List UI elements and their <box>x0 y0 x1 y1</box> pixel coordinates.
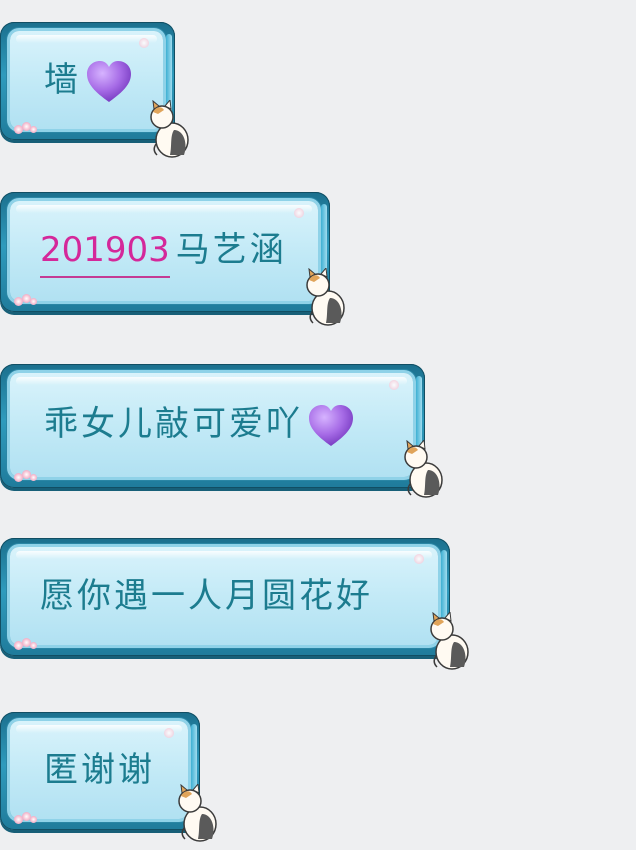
flower-decoration-icon <box>14 122 42 134</box>
message-text: 愿你遇一人月圆花好 <box>40 576 373 616</box>
flower-decoration-icon <box>414 554 424 564</box>
message-bubble[interactable]: 乖女儿敲可爱吖 <box>0 364 425 488</box>
cat-sticker-icon <box>404 440 443 498</box>
flower-decoration-icon <box>139 38 149 48</box>
message-text-row: 乖女儿敲可爱吖 <box>44 404 355 448</box>
cat-sticker-icon <box>178 784 217 842</box>
flower-decoration-icon <box>164 728 174 738</box>
purple-heart-icon <box>87 61 131 102</box>
chat-message: 愿你遇一人月圆花好 <box>0 538 480 678</box>
message-bubble[interactable]: 愿你遇一人月圆花好 <box>0 538 450 656</box>
cat-sticker-icon <box>430 612 469 670</box>
flower-decoration-icon <box>14 470 42 482</box>
message-text: 乖女儿敲可爱吖 <box>44 404 303 444</box>
message-link[interactable]: 201903 <box>40 230 170 270</box>
flower-decoration-icon <box>389 380 399 390</box>
message-text: 墙 <box>44 60 81 100</box>
flower-decoration-icon <box>294 208 304 218</box>
message-bubble[interactable]: 201903 马艺涵 <box>0 192 330 312</box>
message-text-row: 愿你遇一人月圆花好 <box>40 576 373 616</box>
flower-decoration-icon <box>14 812 42 824</box>
flower-decoration-icon <box>14 638 42 650</box>
chat-message: 乖女儿敲可爱吖 <box>0 364 460 504</box>
message-text-row: 201903 马艺涵 <box>40 230 287 270</box>
message-bubble[interactable]: 匿谢谢 <box>0 712 200 830</box>
cat-sticker-icon <box>150 100 189 158</box>
message-text: 匿谢谢 <box>44 750 155 790</box>
message-text: 马艺涵 <box>175 230 287 270</box>
purple-heart-icon <box>309 405 353 446</box>
chat-message: 201903 马艺涵 <box>0 192 360 332</box>
message-text-row: 墙 <box>44 60 133 104</box>
chat-message: 匿谢谢 <box>0 712 230 850</box>
message-text-row: 匿谢谢 <box>44 750 155 790</box>
chat-message: 墙 <box>0 22 200 162</box>
flower-decoration-icon <box>14 294 42 306</box>
cat-sticker-icon <box>306 268 345 326</box>
